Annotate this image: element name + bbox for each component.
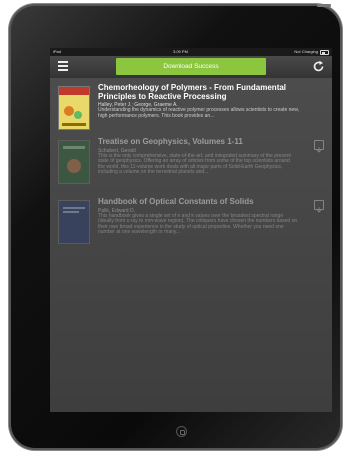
book-description: Understanding the dynamics of reactive p… [98, 107, 299, 119]
book-cover [58, 86, 90, 130]
app-screen: iPad 3:09 PM Not Charging Download Succe… [50, 48, 332, 412]
book-list: Chemorheology of Polymers - From Fundame… [50, 78, 332, 412]
battery-icon [320, 50, 329, 55]
book-title: Chemorheology of Polymers - From Fundame… [98, 83, 287, 101]
download-success-toast: Download Success [116, 58, 266, 75]
book-title: Handbook of Optical Constants of Solids [98, 197, 254, 206]
book-description: This handbook gives a single set of n an… [98, 212, 298, 236]
power-button [317, 4, 331, 7]
battery-status: Not Charging [294, 49, 318, 54]
list-item[interactable]: Chemorheology of Polymers - From Fundame… [56, 83, 324, 136]
list-item[interactable]: Treatise on Geophysics, Volumes 1-11 Sch… [56, 137, 324, 190]
book-description: This is the only comprehensive, state-of… [98, 152, 291, 176]
home-button[interactable] [176, 426, 187, 437]
refresh-icon[interactable] [312, 60, 325, 73]
status-bar: iPad 3:09 PM Not Charging [50, 48, 332, 56]
download-button[interactable] [314, 200, 324, 213]
list-item[interactable]: Handbook of Optical Constants of Solids … [56, 197, 324, 250]
status-time: 3:09 PM [173, 49, 188, 54]
book-cover [58, 140, 90, 184]
download-button[interactable] [314, 140, 324, 153]
menu-icon[interactable] [58, 61, 68, 71]
book-cover [58, 200, 90, 244]
device-label: iPad [53, 49, 62, 54]
navigation-bar: Download Success [50, 56, 332, 78]
book-title: Treatise on Geophysics, Volumes 1-11 [98, 137, 243, 146]
